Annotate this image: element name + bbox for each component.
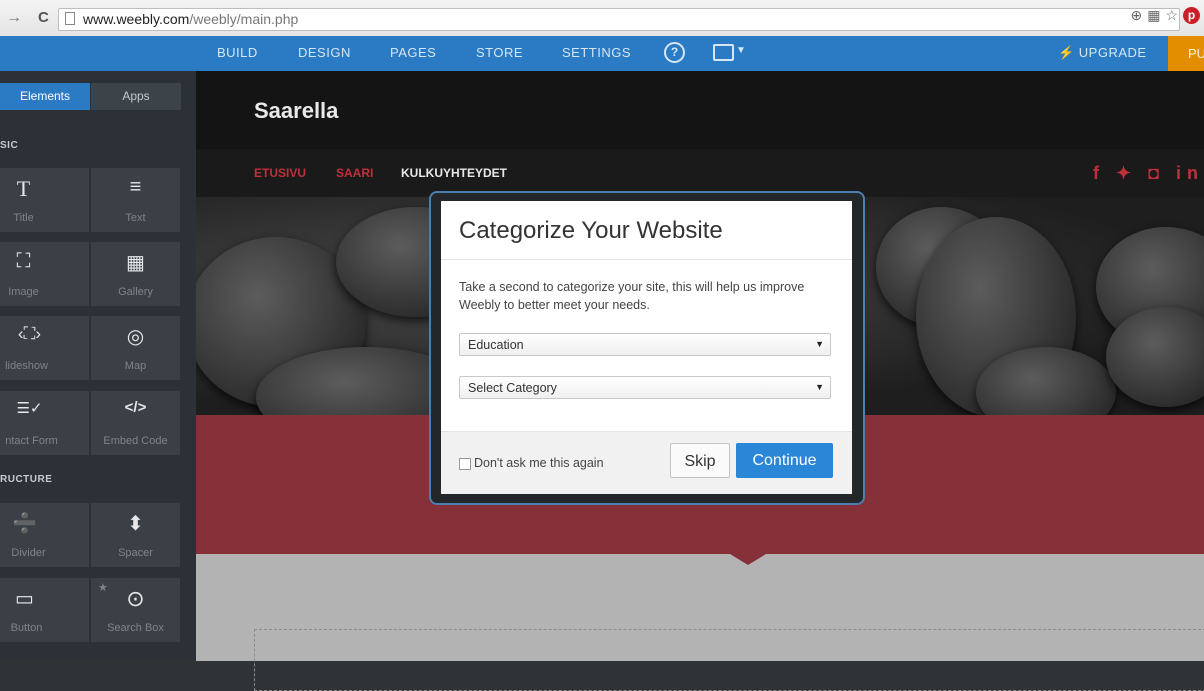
elements-sidebar: Elements Apps SIC T Title ≡ Text ⛶ Image… (0, 71, 196, 661)
site-header: Saarella (196, 71, 1204, 149)
dialog-footer: Don't ask me this again Skip Continue (441, 431, 852, 494)
chevron-down-icon[interactable]: ▼ (736, 45, 746, 56)
element-label: Map (124, 360, 147, 372)
slideshow-icon: ‹⛶› (17, 324, 42, 343)
menu-item-saari[interactable]: SAARI (336, 166, 373, 180)
element-contact-form[interactable]: ☰✓ ntact Form (0, 391, 89, 455)
star-icon[interactable]: ☆ (1165, 7, 1178, 24)
chevron-down-icon: ▼ (815, 339, 824, 349)
element-gallery[interactable]: ▦ Gallery (91, 242, 180, 306)
map-pin-icon: ◎ (126, 326, 145, 348)
code-icon: </> (124, 399, 147, 416)
element-map[interactable]: ◎ Map (91, 316, 180, 380)
title-icon: T (16, 176, 31, 201)
element-label: Title (13, 212, 34, 224)
spacer-icon: ⬍ (127, 513, 144, 535)
pinterest-icon[interactable]: p (1183, 7, 1200, 24)
publish-button[interactable]: PU (1168, 36, 1204, 71)
url-text: www.weebly.com/weebly/main.php (83, 11, 298, 27)
element-embed-code[interactable]: </> Embed Code (91, 391, 180, 455)
dont-ask-label[interactable]: Don't ask me this again (474, 456, 604, 470)
element-spacer[interactable]: ⬍ Spacer (91, 503, 180, 567)
tab-elements[interactable]: Elements (0, 83, 90, 110)
divider (441, 259, 852, 260)
button-icon: ▭ (15, 588, 34, 610)
url-domain: www.weebly.com (83, 11, 190, 27)
category-select-primary[interactable]: Education ▼ (459, 333, 831, 356)
select-value: Select Category (468, 381, 557, 395)
chevron-down-icon: ▼ (815, 382, 824, 392)
url-path: /weebly/main.php (189, 11, 299, 27)
address-bar[interactable]: www.weebly.com/weebly/main.php (58, 8, 1180, 31)
element-label: lideshow (5, 360, 48, 372)
search-icon: ⊙ (126, 586, 145, 611)
zoom-icon[interactable]: ⊕ (1130, 7, 1142, 24)
text-icon: ≡ (129, 176, 142, 198)
dialog-description: Take a second to categorize your site, t… (459, 280, 805, 312)
element-divider[interactable]: ➗ Divider (0, 503, 89, 567)
nav-build[interactable]: BUILD (217, 45, 258, 60)
site-menu: ETUSIVU SAARI KULKUYHTEYDET f ✦ ◘ in (196, 149, 1204, 197)
image-icon: ⛶ (16, 250, 31, 272)
translate-icon[interactable]: ▦ (1147, 7, 1160, 24)
element-label: Gallery (118, 286, 153, 298)
gallery-icon: ▦ (126, 252, 145, 274)
categorize-dialog-frame: Categorize Your Website Take a second to… (431, 193, 863, 503)
element-image[interactable]: ⛶ Image (0, 242, 89, 306)
dont-ask-checkbox[interactable] (459, 458, 471, 470)
help-icon[interactable]: ? (664, 42, 685, 63)
element-label: Divider (11, 547, 46, 559)
categorize-dialog: Categorize Your Website Take a second to… (441, 201, 852, 494)
element-label: Text (125, 212, 146, 224)
section-arrow (730, 554, 766, 565)
divider-icon: ➗ (12, 513, 37, 535)
continue-button[interactable]: Continue (736, 443, 833, 478)
browser-icons: ⊕ ▦ ☆ p (1130, 7, 1200, 24)
upgrade-button[interactable]: ⚡ UPGRADE (1058, 45, 1147, 61)
element-text[interactable]: ≡ Text (91, 168, 180, 232)
tab-apps[interactable]: Apps (91, 83, 181, 110)
nav-pages[interactable]: PAGES (390, 45, 436, 60)
site-title[interactable]: Saarella (254, 98, 338, 124)
nav-design[interactable]: DESIGN (298, 45, 351, 60)
element-label: ntact Form (5, 435, 58, 447)
nav-store[interactable]: STORE (476, 45, 523, 60)
device-preview-icon[interactable] (713, 44, 734, 61)
category-select-secondary[interactable]: Select Category ▼ (459, 376, 831, 399)
element-label: Embed Code (103, 435, 168, 447)
select-value: Education (468, 338, 524, 352)
section-label-structure: RUCTURE (0, 474, 53, 485)
element-slideshow[interactable]: ‹⛶› lideshow (0, 316, 89, 380)
section-label-basic: SIC (0, 140, 19, 151)
menu-item-etusivu[interactable]: ETUSIVU (254, 166, 306, 180)
editor-top-nav: BUILD DESIGN PAGES STORE SETTINGS ? ▼ ⚡ … (0, 36, 1204, 71)
nav-settings[interactable]: SETTINGS (562, 45, 631, 60)
page-icon (65, 12, 75, 25)
element-label: Spacer (118, 547, 153, 559)
element-button[interactable]: ▭ Button (0, 578, 89, 642)
element-label: Button (10, 622, 43, 634)
content-area[interactable] (196, 554, 1204, 691)
forward-arrow-icon[interactable]: → (6, 9, 22, 27)
element-search-box[interactable]: ★ ⊙ Search Box (91, 578, 180, 642)
element-label: Search Box (107, 622, 164, 634)
skip-button[interactable]: Skip (670, 443, 730, 478)
dialog-title: Categorize Your Website (459, 217, 723, 244)
browser-toolbar: → C www.weebly.com/weebly/main.php ⊕ ▦ ☆… (0, 0, 1204, 37)
drop-zone[interactable] (254, 629, 1204, 691)
element-label: Image (8, 286, 39, 298)
menu-item-kulkuyhteydet[interactable]: KULKUYHTEYDET (401, 166, 507, 180)
element-title[interactable]: T Title (0, 168, 89, 232)
contact-form-icon: ☰✓ (16, 400, 43, 417)
reload-icon[interactable]: C (38, 9, 49, 26)
social-icons[interactable]: f ✦ ◘ in (1093, 163, 1204, 184)
